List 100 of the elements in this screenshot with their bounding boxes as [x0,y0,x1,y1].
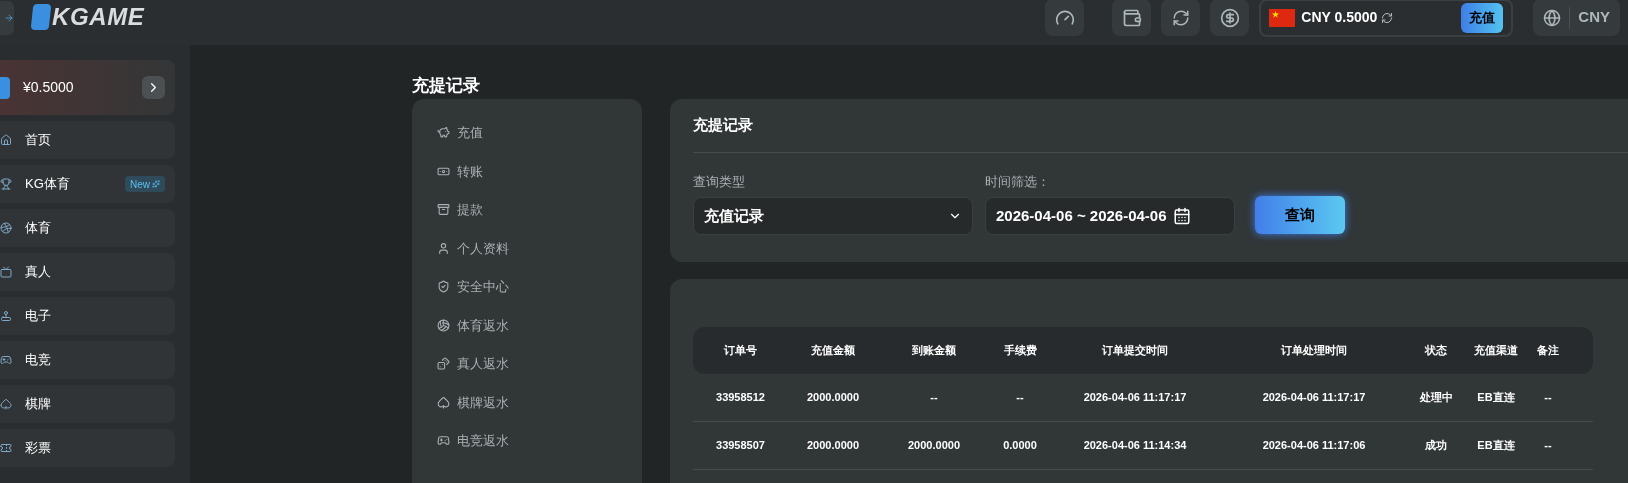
new-badge: New [125,176,165,192]
wallet-button[interactable] [1112,0,1152,36]
sidebar-label: 电子 [25,307,51,326]
menu-item[interactable]: 棋牌返水 [437,383,642,422]
user-icon [437,241,450,255]
menu-item[interactable]: 充值 [437,113,642,152]
column-header: 订单处理时间 [1280,342,1348,358]
sidebar-label: 棋牌 [25,395,51,414]
gamepad-icon [0,354,12,366]
logo-mark-icon [0,76,10,99]
table-cell-text: 33958507 [715,437,766,453]
deposit-button[interactable]: 充值 [1461,2,1504,33]
balance-amount: CNY 0.5000 [1301,8,1378,27]
sidebar-item[interactable]: 电竞 [0,341,175,379]
sidebar-item[interactable]: KG体育 New [0,165,175,203]
dice-icon [437,357,450,371]
calendar-icon [1172,207,1191,225]
wallet-icon [1121,7,1142,28]
date-range-field[interactable]: 2026-04-06 ~ 2026-04-06 [985,197,1235,235]
table-cell-text: 2000.0000 [806,437,860,453]
column-header: 充值金额 [810,342,856,358]
menu-item[interactable]: 电竞返水 [437,421,642,460]
query-button[interactable]: 查询 [1255,196,1345,234]
table-cell-text: 2026-04-06 11:17:06 [1261,437,1367,453]
sidebar-label: 首页 [25,131,51,150]
china-flag-icon [1269,8,1296,27]
screen-icon [0,266,12,278]
table-cell-text: 0.0000 [1002,437,1038,453]
column-header: 备注 [1536,342,1560,358]
column-header: 手续费 [1002,342,1038,358]
table-cell-text: 2026-04-06 11:17:17 [1082,389,1188,405]
table-cell-text: -- [929,389,939,405]
ticket-icon [0,442,12,454]
refresh-icon[interactable] [1381,11,1394,24]
table-cell-text: 处理中 [1418,389,1454,405]
sidebar-item[interactable]: 首页 [0,121,175,159]
gamepad-icon [437,434,450,448]
sidebar-item[interactable]: 棋牌 [0,385,175,423]
coin-icon [1219,7,1240,28]
table-cell-text: 2026-04-06 11:14:34 [1082,437,1188,453]
table-cell-text: -- [1543,389,1553,405]
locale-box[interactable]: CNY [1533,0,1620,36]
table-cell-text: 2026-04-06 11:17:17 [1261,389,1367,405]
date-label: 时间筛选： [985,172,1051,191]
type-select[interactable]: 充值记录 [693,197,973,235]
table-cell-text: EB直连 [1476,389,1516,405]
refresh-icon [1171,8,1190,27]
cards-icon [0,398,12,410]
menu-item[interactable]: 真人返水 [437,344,642,383]
home-icon [0,134,12,146]
table-cell-text: 2000.0000 [907,437,961,453]
wallet-card[interactable]: ¥0.5000 [0,60,175,115]
menu-item[interactable]: 转账 [437,152,642,191]
ball-icon [437,318,450,332]
column-header: 充值渠道 [1473,342,1519,358]
column-header: 到账金额 [911,342,957,358]
type-label: 查询类型 [693,172,746,191]
sidebar-label: 彩票 [25,439,51,458]
menu-item[interactable]: 提款 [437,190,642,229]
globe-icon [1543,8,1562,27]
table-cell-text: -- [1015,389,1025,405]
joystick-icon [0,310,12,322]
logo-mark-icon [30,3,52,30]
trophy-icon [0,178,12,190]
sidebar-item[interactable]: 真人 [0,253,175,291]
menu-item[interactable]: 安全中心 [437,267,642,306]
ball-icon [0,222,12,234]
exchange-button[interactable] [1210,0,1250,36]
menu-item[interactable]: 个人资料 [437,229,642,268]
cards-icon [437,395,450,409]
sidebar-label: KG体育 [25,175,70,194]
sidebar-label: 真人 [25,263,51,282]
refresh-button[interactable] [1161,0,1201,36]
wallet-balance: ¥0.5000 [23,78,74,97]
cash-drawer-icon [437,203,450,217]
filter-title: 充提记录 [693,98,1628,153]
table-cell-text: 成功 [1424,437,1448,453]
sidebar-label: 电竞 [25,351,51,370]
table-cell-text: EB直连 [1476,437,1516,453]
currency-label: CNY [1578,7,1610,28]
sidebar-item[interactable]: 体育 [0,209,175,247]
sidebar-item[interactable]: 电子 [0,297,175,335]
speed-icon-button[interactable] [1045,0,1085,36]
page-title: 充提记录 [412,75,481,97]
column-header: 订单提交时间 [1101,342,1169,358]
sidebar-toggle-button[interactable] [0,0,14,35]
sparkle-icon [152,180,160,188]
column-header: 状态 [1423,342,1448,358]
arrow-icon [4,12,14,23]
sidebar-label: 体育 [25,219,51,238]
menu-item[interactable]: 体育返水 [437,306,642,345]
table-cell-text: 2000.0000 [806,389,860,405]
piggy-bank-icon [437,126,450,140]
column-header: 订单号 [723,342,758,358]
sidebar-item[interactable]: 彩票 [0,429,175,467]
shield-check-icon [437,280,450,294]
table-cell-text: 33958512 [715,389,766,405]
logo-text: KGAME [52,1,145,32]
chevron-button[interactable] [142,76,165,99]
table-cell-text: -- [1543,437,1553,453]
